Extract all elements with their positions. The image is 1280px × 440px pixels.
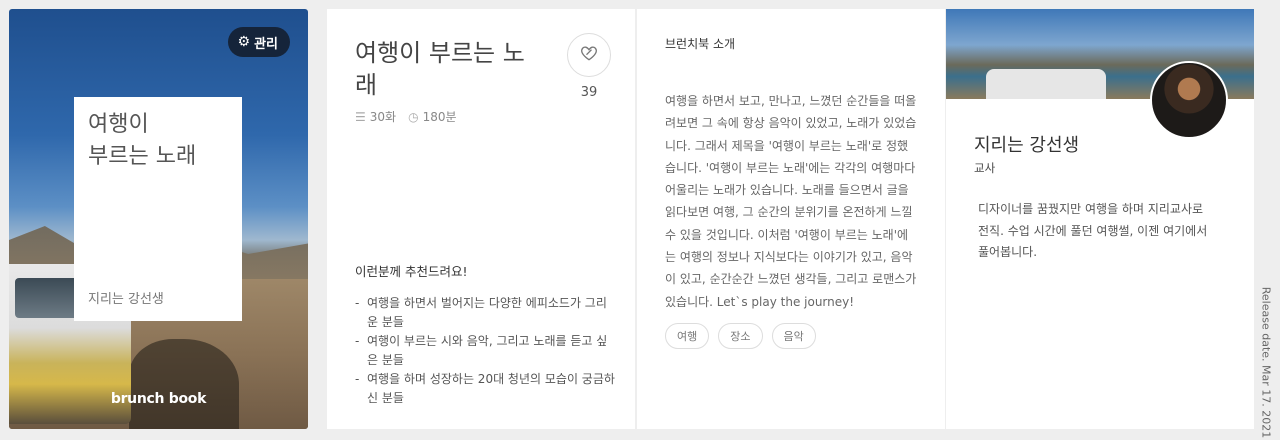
list-icon: ☰ bbox=[355, 109, 366, 124]
like-button[interactable] bbox=[567, 33, 611, 77]
intro-text: 여행을 하면서 보고, 만나고, 느꼈던 순간들을 떠올려보면 그 속에 항상 … bbox=[665, 94, 917, 309]
avatar[interactable] bbox=[1150, 61, 1228, 139]
heart-icon bbox=[579, 43, 599, 68]
author-name[interactable]: 지리는 강선생 bbox=[974, 131, 1079, 157]
episode-count: ☰ 30화 bbox=[355, 108, 396, 125]
author-panel: 지리는 강선생 교사 디자이너를 꿈꿨지만 여행을 하며 지리교사로 전직. 수… bbox=[946, 9, 1254, 429]
cover-title-card: 여행이 부르는 노래 지리는 강선생 bbox=[74, 97, 242, 321]
book-intro-panel: 브런치북 소개 여행을 하면서 보고, 만나고, 느꼈던 순간들을 떠올려보면 … bbox=[637, 9, 945, 429]
book-title: 여행이 부르는 노래 bbox=[355, 39, 525, 99]
recommend-title: 이런분께 추천드려요! bbox=[355, 264, 468, 279]
like-count: 39 bbox=[580, 85, 598, 100]
book-info-panel: 여행이 부르는 노래 39 ☰ 30화 ◷ 180분 이런분께 추천드려요! 여… bbox=[327, 9, 635, 429]
gear-icon: ⚙ bbox=[237, 34, 251, 50]
cover-photo-shadow bbox=[129, 339, 239, 429]
recommend-list: 여행을 하면서 벌어지는 다양한 에피소드가 그리운 분들 여행이 부르는 시와… bbox=[355, 294, 617, 408]
release-date: Release date. Mar 17. 2021 bbox=[1258, 287, 1274, 439]
clock-icon: ◷ bbox=[408, 109, 419, 124]
banner-car bbox=[986, 69, 1106, 99]
episode-count-value: 30화 bbox=[369, 110, 397, 124]
author-bio: 디자이너를 꿈꿨지만 여행을 하며 지리교사로 전직. 수업 시간에 풀던 여행… bbox=[978, 202, 1208, 259]
like-widget: 39 bbox=[567, 33, 611, 100]
tag-place[interactable]: 장소 bbox=[718, 322, 763, 349]
intro-label: 브런치북 소개 bbox=[665, 37, 736, 51]
brunch-book-logo: brunch book bbox=[110, 391, 207, 407]
list-item: 여행이 부르는 시와 음악, 그리고 노래를 듣고 싶은 분들 bbox=[355, 332, 617, 370]
book-cover: ⚙ 관리 여행이 부르는 노래 지리는 강선생 brunch book bbox=[9, 9, 308, 429]
reading-time: ◷ 180분 bbox=[408, 108, 456, 125]
recommend-section: 이런분께 추천드려요! 여행을 하면서 벌어지는 다양한 에피소드가 그리운 분… bbox=[355, 261, 617, 408]
list-item: 여행을 하며 성장하는 20대 청년의 모습이 궁금하신 분들 bbox=[355, 370, 617, 408]
manage-button[interactable]: ⚙ 관리 bbox=[227, 27, 290, 57]
reading-time-value: 180분 bbox=[422, 110, 457, 124]
list-item: 여행을 하면서 벌어지는 다양한 에피소드가 그리운 분들 bbox=[355, 294, 617, 332]
keyword-tags: 여행 장소 음악 bbox=[665, 322, 917, 349]
manage-label: 관리 bbox=[254, 36, 278, 52]
tag-travel[interactable]: 여행 bbox=[665, 322, 710, 349]
tag-music[interactable]: 음악 bbox=[771, 322, 816, 349]
cover-title: 여행이 부르는 노래 bbox=[88, 112, 197, 169]
book-meta: ☰ 30화 ◷ 180분 bbox=[355, 108, 457, 125]
release-date-text: Release date. Mar 17. 2021 bbox=[1259, 286, 1273, 439]
author-job: 교사 bbox=[974, 161, 996, 175]
cover-author: 지리는 강선생 bbox=[88, 292, 164, 307]
